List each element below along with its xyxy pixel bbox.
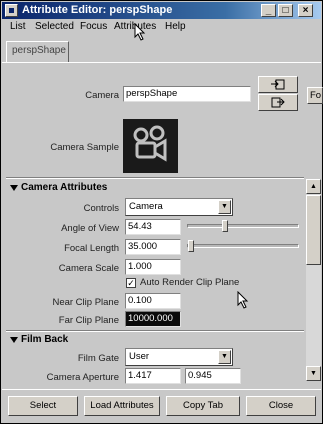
close-button[interactable]: Close bbox=[246, 396, 316, 416]
film-gate-label: Film Gate bbox=[77, 353, 119, 364]
near-clip-plane-field[interactable]: 0.100 bbox=[125, 293, 181, 309]
camera-attributes-title: Camera Attributes bbox=[21, 182, 108, 193]
vertical-scrollbar[interactable]: ▲ ▼ bbox=[306, 179, 321, 381]
film-gate-dropdown[interactable]: User ▼ bbox=[125, 348, 233, 366]
camera-attributes-header[interactable]: Camera Attributes bbox=[6, 182, 306, 196]
camera-name-field[interactable]: perspShape bbox=[123, 86, 251, 102]
focal-length-field[interactable]: 35.000 bbox=[125, 239, 181, 255]
focal-length-slider-thumb[interactable] bbox=[188, 240, 194, 252]
scrollbar-thumb[interactable] bbox=[306, 195, 321, 265]
attribute-editor-window: Attribute Editor: perspShape _ □ × List … bbox=[0, 0, 323, 424]
tab-row: perspShape bbox=[2, 37, 321, 63]
select-button[interactable]: Select bbox=[8, 396, 78, 416]
copy-tab-button[interactable]: Copy Tab bbox=[166, 396, 240, 416]
menu-help[interactable]: Help bbox=[165, 21, 186, 32]
camera-sample-label: Camera Sample bbox=[50, 142, 119, 153]
section-divider bbox=[6, 330, 304, 332]
camera-aperture-label: Camera Aperture bbox=[46, 372, 119, 383]
angle-of-view-field[interactable]: 54.43 bbox=[125, 219, 181, 235]
focal-length-label: Focal Length bbox=[64, 243, 119, 254]
controls-label: Controls bbox=[83, 203, 119, 214]
film-gate-value: User bbox=[129, 351, 150, 362]
angle-of-view-slider-thumb[interactable] bbox=[222, 220, 228, 232]
maximize-icon[interactable]: □ bbox=[278, 4, 293, 17]
camera-aperture-y-field[interactable]: 0.945 bbox=[185, 368, 241, 384]
auto-render-clip-checkbox[interactable]: ✓ bbox=[126, 278, 136, 288]
camera-sample-swatch bbox=[123, 119, 178, 173]
menu-focus[interactable]: Focus bbox=[80, 21, 107, 32]
film-back-header[interactable]: Film Back bbox=[6, 334, 306, 348]
menu-list[interactable]: List bbox=[10, 21, 26, 32]
section-divider bbox=[6, 177, 304, 179]
collapse-triangle-icon bbox=[10, 185, 18, 191]
camera-scale-field[interactable]: 1.000 bbox=[125, 259, 181, 275]
camera-swatch-icon bbox=[133, 125, 167, 162]
near-clip-plane-label: Near Clip Plane bbox=[52, 297, 119, 308]
chevron-down-icon: ▼ bbox=[218, 200, 231, 214]
camera-aperture-x-field[interactable]: 1.417 bbox=[125, 368, 181, 384]
output-connection-icon bbox=[271, 97, 285, 108]
chevron-down-icon: ▼ bbox=[218, 350, 231, 364]
menu-selected[interactable]: Selected bbox=[35, 21, 74, 32]
film-back-title: Film Back bbox=[21, 334, 69, 345]
tab-perspshape[interactable]: perspShape bbox=[6, 41, 69, 62]
app-icon bbox=[5, 4, 18, 17]
title-bar[interactable]: Attribute Editor: perspShape _ □ × bbox=[2, 2, 321, 19]
far-clip-plane-label: Far Clip Plane bbox=[58, 315, 119, 326]
angle-of-view-slider-track[interactable] bbox=[187, 224, 299, 228]
far-clip-plane-field[interactable]: 10000.000 bbox=[125, 311, 181, 327]
controls-value: Camera bbox=[129, 201, 163, 212]
mouse-pointer-icon bbox=[237, 291, 249, 309]
minimize-icon[interactable]: _ bbox=[261, 4, 276, 17]
close-icon[interactable]: × bbox=[298, 4, 313, 17]
scroll-up-icon[interactable]: ▲ bbox=[306, 179, 321, 194]
collapse-triangle-icon bbox=[10, 337, 18, 343]
menu-bar: List Selected Focus Attributes Help bbox=[2, 20, 321, 35]
camera-scale-label: Camera Scale bbox=[58, 263, 119, 274]
window-title: Attribute Editor: perspShape bbox=[22, 4, 173, 16]
select-input-button[interactable] bbox=[258, 76, 298, 93]
focus-button[interactable]: Fo bbox=[307, 87, 323, 104]
scroll-down-icon[interactable]: ▼ bbox=[306, 366, 321, 381]
load-attributes-button[interactable]: Load Attributes bbox=[84, 396, 160, 416]
camera-label: Camera bbox=[85, 90, 119, 101]
bottom-button-bar: Select Load Attributes Copy Tab Close bbox=[2, 389, 321, 423]
select-output-button[interactable] bbox=[258, 94, 298, 111]
angle-of-view-label: Angle of View bbox=[61, 223, 119, 234]
input-connection-icon bbox=[271, 79, 285, 90]
controls-dropdown[interactable]: Camera ▼ bbox=[125, 198, 233, 216]
auto-render-clip-label: Auto Render Clip Plane bbox=[140, 277, 240, 288]
focal-length-slider-track[interactable] bbox=[187, 244, 299, 248]
